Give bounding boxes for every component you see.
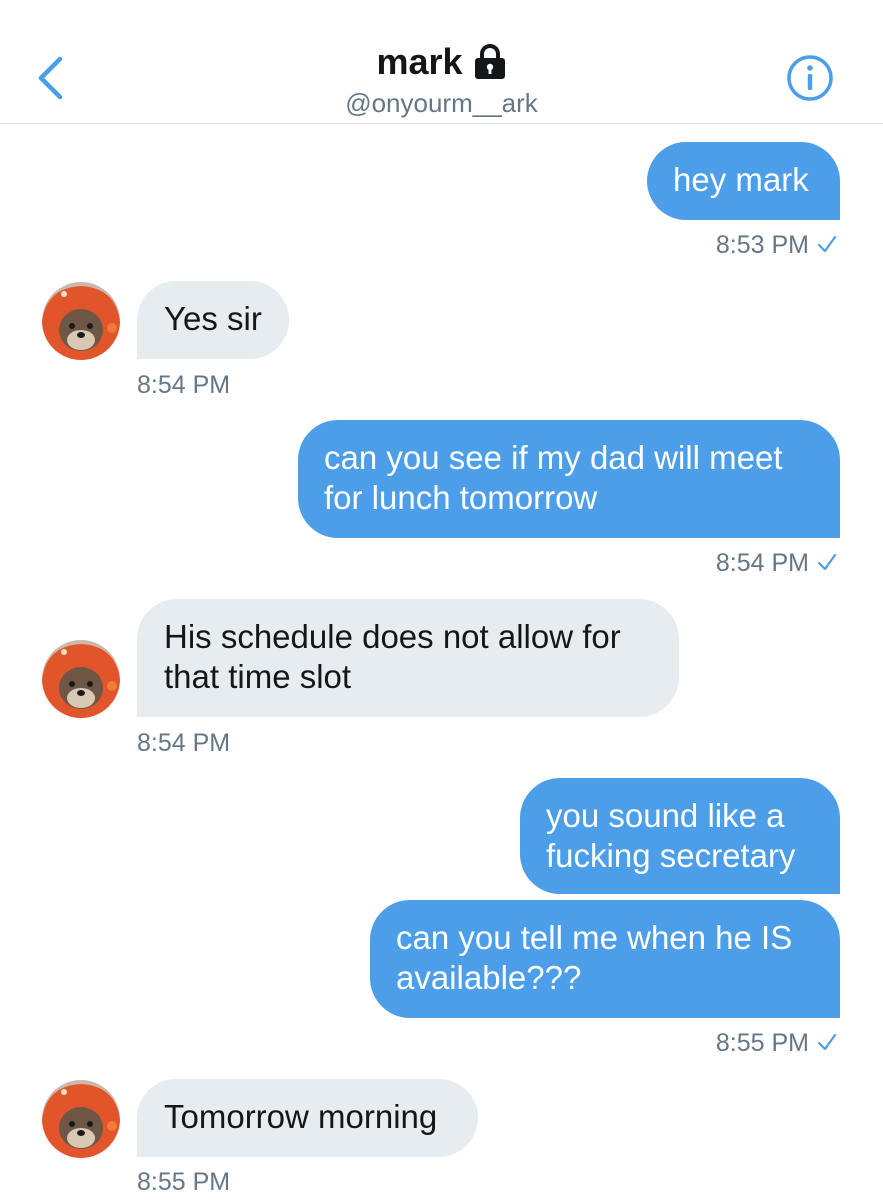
outgoing-message[interactable]: you sound like a fucking secretary: [520, 778, 840, 894]
message-timestamp: 8:54 PM: [137, 729, 231, 757]
avatar[interactable]: [42, 282, 120, 360]
conversation-header: mark @onyourm__ark: [0, 0, 883, 124]
contact-handle: @onyourm__ark: [345, 88, 538, 118]
incoming-message[interactable]: Tomorrow morning: [137, 1079, 478, 1157]
message-text: Yes sir: [164, 300, 262, 337]
outgoing-message[interactable]: can you tell me when he IS available???: [370, 900, 840, 1018]
message-text: His schedule does not allow for that tim…: [164, 618, 621, 695]
message-timestamp: 8:54 PM: [137, 371, 231, 399]
incoming-message[interactable]: His schedule does not allow for that tim…: [137, 599, 679, 717]
message-text: Tomorrow morning: [164, 1098, 438, 1135]
otter-avatar-icon: [42, 1080, 120, 1158]
message-text: hey mark: [673, 161, 809, 198]
message-timestamp: 8:55 PM: [137, 1168, 231, 1196]
timestamp-text: 8:54 PM: [715, 549, 809, 577]
sent-check-icon: [817, 1034, 837, 1051]
avatar[interactable]: [42, 640, 120, 718]
conversation-title-block: mark @onyourm__ark: [0, 40, 883, 120]
message-timestamp: 8:55 PM: [716, 1028, 837, 1058]
message-timestamp: 8:54 PM: [716, 548, 837, 578]
lock-icon: [474, 44, 505, 79]
sent-check-icon: [817, 236, 837, 253]
outgoing-message[interactable]: hey mark: [647, 142, 840, 220]
info-icon: [787, 55, 833, 101]
contact-name: mark: [376, 41, 463, 82]
message-text: you sound like a fucking secretary: [546, 797, 796, 874]
message-text: can you see if my dad will meet for lunc…: [324, 439, 783, 516]
sent-check-icon: [817, 554, 837, 571]
otter-avatar-icon: [42, 282, 120, 360]
incoming-message[interactable]: Yes sir: [137, 281, 289, 359]
otter-avatar-icon: [42, 640, 120, 718]
timestamp-text: 8:53 PM: [715, 231, 809, 259]
avatar[interactable]: [42, 1080, 120, 1158]
timestamp-text: 8:55 PM: [715, 1029, 809, 1057]
conversation-title[interactable]: mark: [376, 40, 506, 84]
outgoing-message[interactable]: can you see if my dad will meet for lunc…: [298, 420, 840, 538]
message-text: can you tell me when he IS available???: [396, 919, 793, 996]
info-button[interactable]: [785, 53, 835, 103]
message-timestamp: 8:53 PM: [716, 230, 837, 260]
